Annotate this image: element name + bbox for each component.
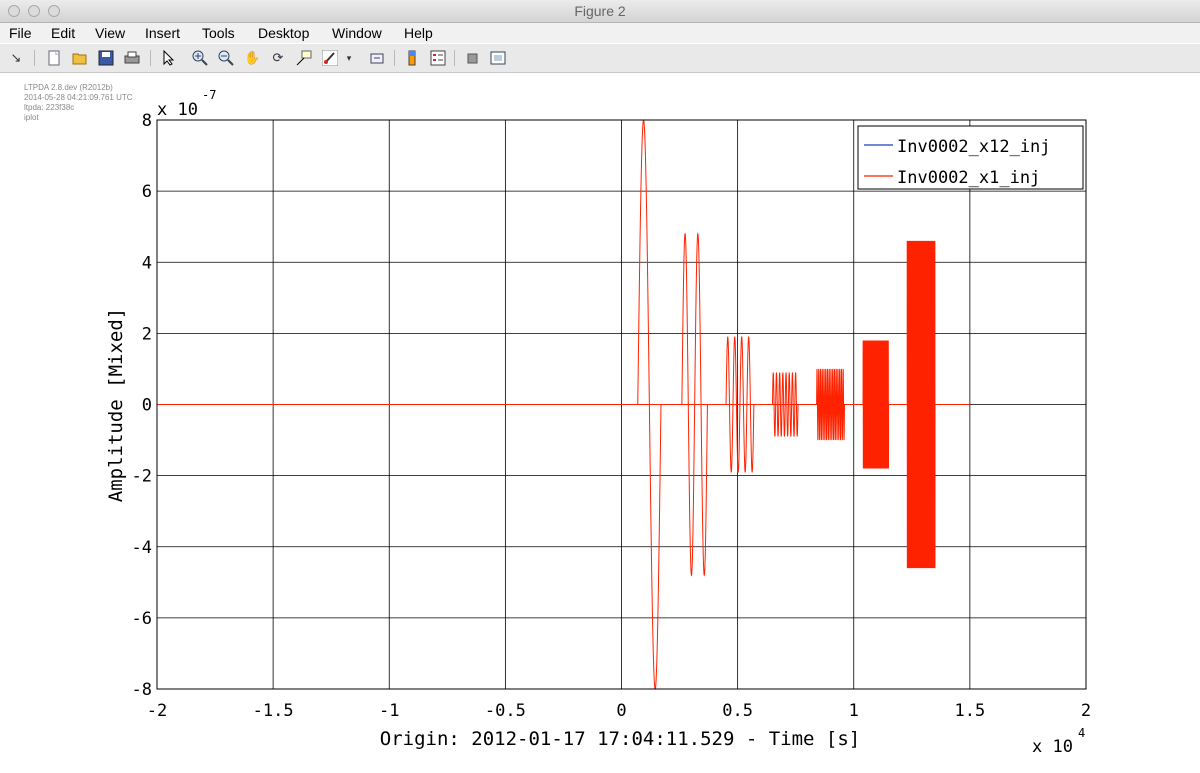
x-tick-label: 2	[1081, 701, 1091, 721]
x-tick-label: -1.5	[253, 701, 294, 721]
data-traces	[157, 119, 970, 690]
y-tick-label: 6	[142, 182, 152, 202]
x-exponent: 4	[1078, 726, 1085, 740]
y-exponent-label: x 10	[157, 100, 198, 120]
legend-label-x12: Inv0002_x12_inj	[897, 137, 1051, 157]
legend-label-x1: Inv0002_x1_inj	[897, 168, 1040, 188]
y-tick-label: 8	[142, 111, 152, 131]
x-tick-label: -0.5	[485, 701, 526, 721]
x-tick-label: -2	[147, 701, 167, 721]
x-tick-label: 1	[849, 701, 859, 721]
x-axis-label: Origin: 2012-01-17 17:04:11.529 - Time […	[380, 728, 860, 750]
y-tick-label: 2	[142, 324, 152, 344]
y-axis-label: Amplitude [Mixed]	[105, 308, 127, 502]
y-exponent: -7	[202, 88, 216, 102]
x-exponent-label: x 10	[1032, 737, 1073, 757]
plot-area[interactable]: -2 -1.5 -1 -0.5 0 0.5 1 1.5 2-8-6-4-202468 x 10 …	[0, 0, 1200, 773]
y-tick-label: -2	[132, 467, 152, 487]
series-x1-burst	[816, 368, 845, 441]
legend[interactable]: Inv0002_x12_inj Inv0002_x1_inj	[857, 125, 1084, 190]
x-tick-label: 1.5	[955, 701, 986, 721]
y-tick-label: 4	[142, 253, 152, 273]
y-tick-label: -4	[132, 538, 152, 558]
series-x1-burst	[906, 240, 936, 569]
y-tick-label: -8	[132, 680, 152, 700]
x-tick-label: 0.5	[722, 701, 753, 721]
y-tick-label: -6	[132, 609, 152, 629]
x-tick-label: 0	[616, 701, 626, 721]
tick-labels: -2 -1.5 -1 -0.5 0 0.5 1 1.5 2 -8 -6 -4 -2 0 2 4 6 8	[132, 111, 1092, 721]
x-tick-label: -1	[379, 701, 399, 721]
y-tick-label: 0	[142, 396, 152, 416]
series-x1-burst	[862, 340, 890, 469]
